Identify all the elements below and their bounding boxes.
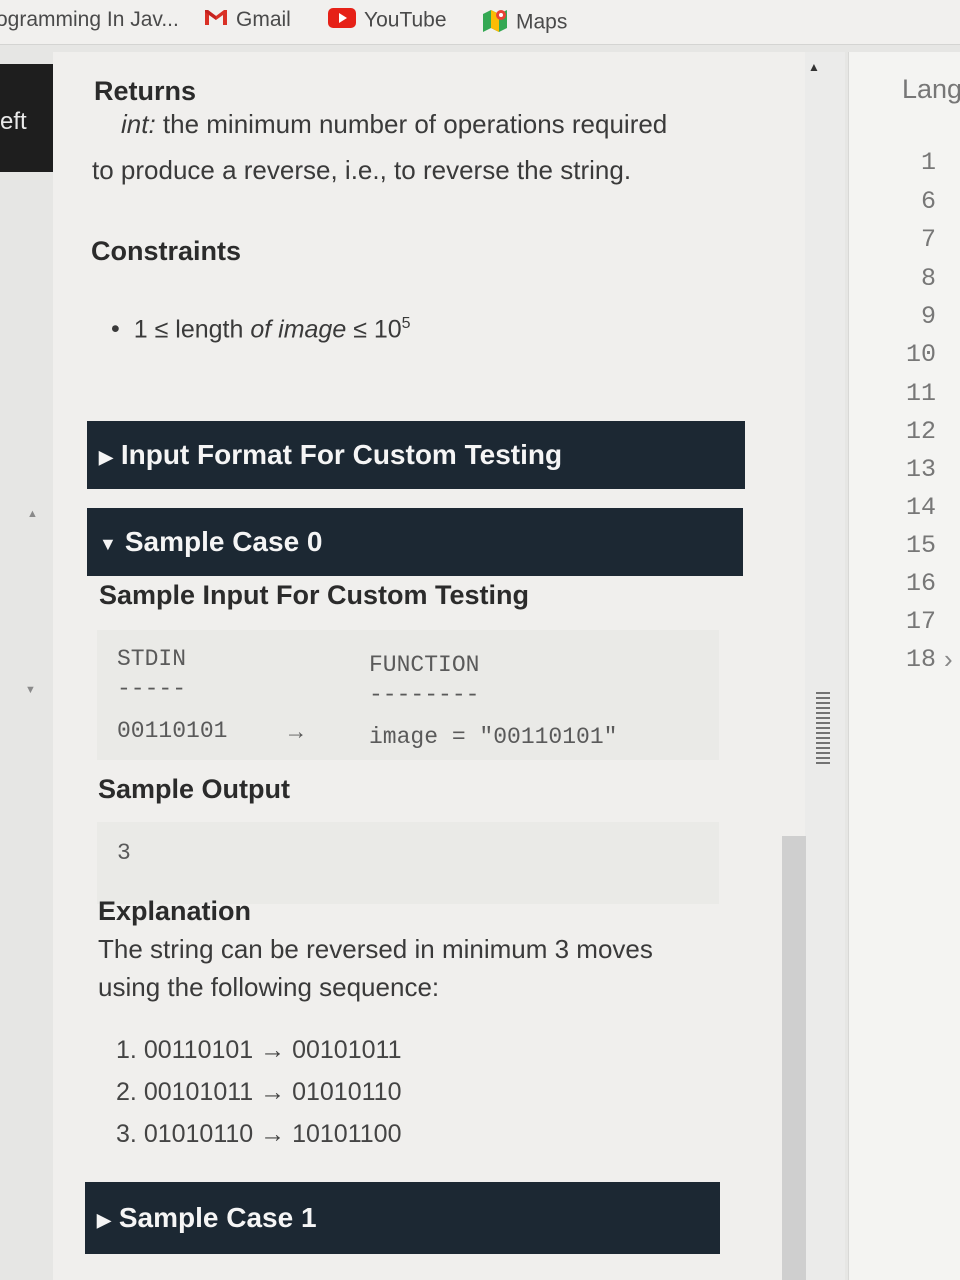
line-number: 12 — [905, 417, 936, 446]
bookmark-maps-label: Maps — [516, 10, 568, 34]
sample-case-0-toggle[interactable]: ▼ Sample Case 0 — [87, 508, 743, 576]
step-to: 01010110 — [292, 1078, 402, 1106]
constraint-text: 1 ≤ length — [133, 315, 251, 344]
line-number: 10 — [905, 340, 936, 369]
sample-output-codebox: 3 — [97, 822, 719, 904]
language-label[interactable]: Lang — [902, 74, 960, 105]
fold-chevron-icon[interactable]: › — [944, 644, 953, 675]
problem-description-panel: Returns int: the minimum number of opera… — [53, 52, 805, 1280]
function-rule: -------- — [369, 682, 480, 708]
constraint-exponent: 5 — [401, 315, 411, 332]
explanation-heading: Explanation — [98, 896, 252, 926]
stdin-value: 00110101 — [117, 718, 228, 744]
scrollbar-track[interactable] — [805, 52, 845, 1280]
gmail-icon — [204, 8, 228, 32]
sample-output-value: 3 — [117, 840, 131, 866]
step-from: 00110101 — [143, 1036, 254, 1064]
step-from: 01010110 — [143, 1120, 254, 1148]
left-panel[interactable]: eft — [0, 64, 53, 172]
returns-line-1: int: the minimum number of operations re… — [121, 104, 667, 144]
constraints-heading: Constraints — [91, 236, 242, 266]
step-number: 1. — [116, 1036, 137, 1064]
step-from: 00101011 — [143, 1078, 254, 1106]
bookmark-programming-in-java[interactable]: ogramming In Jav... — [0, 8, 179, 32]
line-number: 13 — [905, 455, 936, 484]
bookmark-gmail[interactable]: Gmail — [204, 8, 291, 32]
explanation-line-1: The string can be reversed in minimum 3 … — [98, 934, 653, 964]
constraint-item: • 1 ≤ length of image ≤ 105 — [111, 304, 411, 349]
sequence-step: 2. 00101011 → 01010110 — [116, 1078, 401, 1107]
returns-line-2: to produce a reverse, i.e., to reverse t… — [92, 155, 632, 185]
input-format-label: Input Format For Custom Testing — [120, 439, 563, 470]
returns-text-1: the minimum number of operations require… — [155, 109, 668, 139]
line-number: 9 — [920, 302, 936, 331]
line-number: 15 — [905, 531, 936, 560]
line-number: 6 — [920, 187, 936, 216]
expand-right-icon: ▶ — [99, 446, 113, 467]
step-arrow: → — [260, 1078, 286, 1106]
bookmark-youtube-label: YouTube — [364, 8, 447, 32]
constraint-of: of — [250, 315, 272, 344]
bookmark-maps[interactable]: Maps — [482, 8, 567, 38]
constraint-op: ≤ 10 — [346, 315, 402, 344]
step-arrow: → — [260, 1120, 286, 1148]
constraint-var: image — [271, 315, 347, 344]
step-number: 2. — [116, 1078, 137, 1106]
step-arrow: → — [260, 1036, 286, 1064]
panel-resize-handle[interactable] — [816, 692, 830, 764]
scrollbar-thumb[interactable] — [782, 836, 806, 1280]
expand-right-icon: ▶ — [97, 1209, 111, 1230]
returns-type: int: — [121, 109, 156, 139]
bookmarks-bar: ogramming In Jav... Gmail YouTube Maps — [0, 0, 960, 45]
left-panel-label: eft — [0, 108, 27, 135]
sample-case-1-label: Sample Case 1 — [118, 1202, 317, 1233]
bookmark-gmail-label: Gmail — [236, 8, 291, 31]
line-number: 11 — [905, 379, 936, 408]
stdin-rule: ----- — [117, 676, 187, 702]
sample-output-heading: Sample Output — [98, 774, 291, 804]
bullet: • — [111, 315, 120, 344]
bookmark-youtube[interactable]: YouTube — [328, 8, 447, 34]
input-format-toggle[interactable]: ▶ Input Format For Custom Testing — [87, 421, 745, 489]
line-number: 18 — [905, 645, 936, 674]
sequence-step: 3. 01010110 → 10101100 — [116, 1120, 401, 1149]
left-scroll-down-icon[interactable]: ▼ — [25, 684, 36, 696]
sample-input-heading: Sample Input For Custom Testing — [99, 580, 530, 610]
line-number: 8 — [920, 264, 936, 293]
line-number: 14 — [905, 493, 936, 522]
youtube-icon — [328, 8, 356, 34]
explanation-line-2: using the following sequence: — [98, 972, 440, 1002]
mapping-arrow: → — [289, 720, 303, 746]
function-assignment: image = "00110101" — [369, 724, 618, 750]
maps-icon — [482, 8, 508, 38]
line-number: 17 — [905, 607, 936, 636]
step-to: 10101100 — [292, 1120, 402, 1148]
step-to: 00101011 — [292, 1036, 402, 1064]
scroll-up-icon[interactable]: ▲ — [808, 60, 820, 74]
line-number: 1 — [920, 148, 936, 177]
line-number: 7 — [920, 225, 936, 254]
expand-down-icon: ▼ — [99, 533, 117, 554]
line-number: 16 — [905, 569, 936, 598]
stdin-header: STDIN — [117, 646, 187, 672]
function-header: FUNCTION — [369, 652, 480, 678]
left-scroll-up-icon[interactable]: ▲ — [27, 508, 38, 520]
sample-case-1-toggle[interactable]: ▶ Sample Case 1 — [85, 1182, 720, 1254]
sample-input-codebox: STDIN FUNCTION ----- -------- 00110101 →… — [97, 630, 719, 760]
sequence-step: 1. 00110101 → 00101011 — [116, 1036, 401, 1065]
step-number: 3. — [116, 1120, 137, 1148]
sample-case-0-label: Sample Case 0 — [124, 526, 323, 557]
returns-heading: Returns — [94, 76, 197, 106]
